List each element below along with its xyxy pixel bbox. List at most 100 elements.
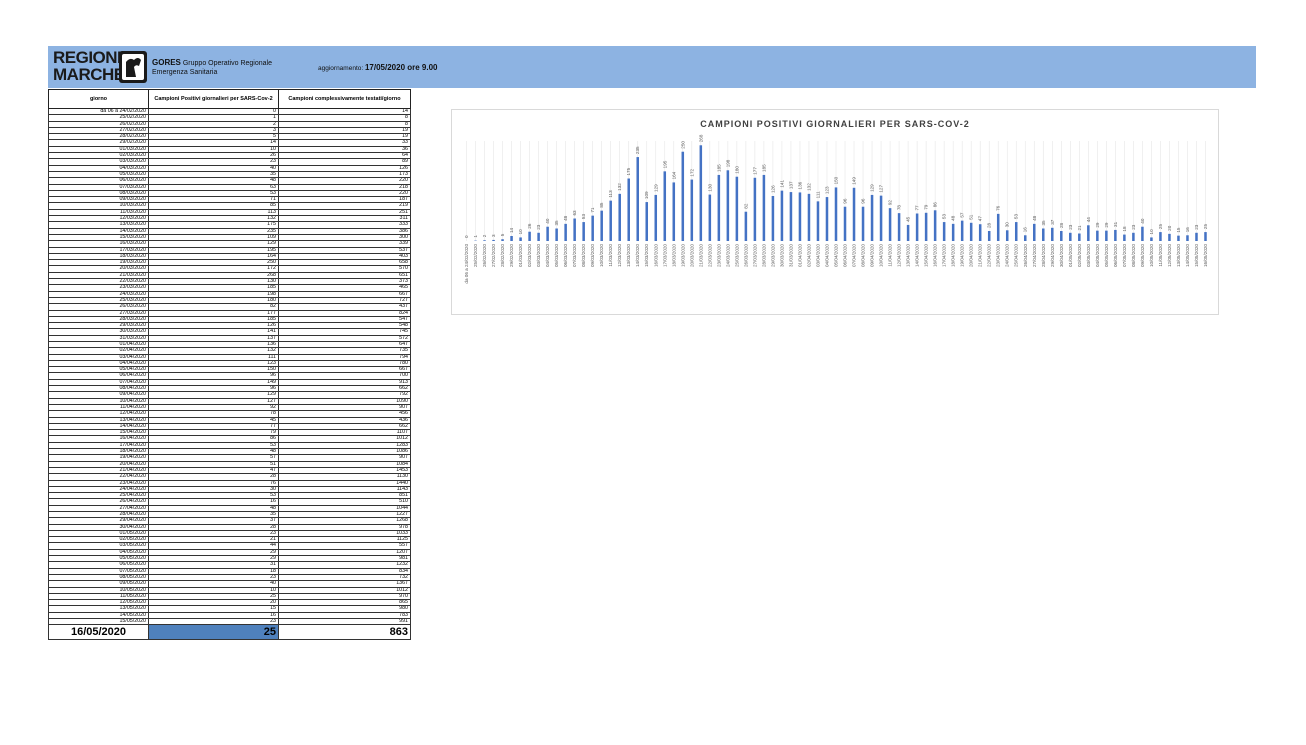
chart-category-label: 11/05/2020 xyxy=(1158,244,1163,267)
chart-category-label: 06/04/2020 xyxy=(843,244,848,267)
chart-data-label: 76 xyxy=(996,205,1001,211)
chart-data-label: 44 xyxy=(1086,217,1091,223)
chart-data-label: 136 xyxy=(797,181,802,189)
chart-data-label: 30 xyxy=(1005,222,1010,228)
chart-category-label: 24/03/2020 xyxy=(725,244,730,267)
chart-bar xyxy=(879,195,883,241)
chart-bar xyxy=(537,232,540,241)
chart-data-label: 53 xyxy=(581,214,586,220)
chart-data-label: 172 xyxy=(689,168,694,176)
chart-bar xyxy=(492,239,495,241)
chart-bar xyxy=(1087,225,1090,241)
chart-bar xyxy=(654,194,658,241)
update-label: aggiornamento: xyxy=(318,65,364,72)
chart-category-label: 05/05/2020 xyxy=(1104,244,1109,267)
chart-data-label: 126 xyxy=(770,185,775,193)
chart-bar xyxy=(717,174,721,241)
chart-data-label: 113 xyxy=(608,190,613,198)
chart-category-label: 17/03/2020 xyxy=(662,244,667,267)
chart-data-label: 235 xyxy=(635,146,640,154)
chart-bar xyxy=(978,224,982,241)
chart-category-label: 10/05/2020 xyxy=(1149,244,1154,267)
region-emblem-icon xyxy=(119,51,147,83)
chart-bar xyxy=(627,178,630,241)
chart-category-label: 11/03/2020 xyxy=(608,244,613,267)
chart-bar xyxy=(618,193,621,241)
chart-bar xyxy=(1060,231,1063,241)
chart-data-label: 79 xyxy=(924,204,929,210)
chart-bar xyxy=(816,201,820,241)
daily-samples-table: giorno Campioni Positivi giornalieri per… xyxy=(48,89,411,641)
chart-data-label: 85 xyxy=(599,202,604,208)
chart-bar xyxy=(726,170,730,241)
chart-bar xyxy=(645,202,649,241)
chart-category-label: 10/03/2020 xyxy=(599,244,604,267)
chart-data-label: 149 xyxy=(852,177,857,185)
chart-bar xyxy=(1078,233,1081,241)
chart-bar xyxy=(690,179,694,241)
chart-category-label: 30/04/2020 xyxy=(1059,244,1064,267)
chart-bar xyxy=(636,157,639,241)
chart-bar xyxy=(1123,234,1126,241)
chart-bar xyxy=(1105,230,1108,241)
chart-data-label: 35 xyxy=(1041,220,1046,226)
chart-category-label: 25/04/2020 xyxy=(1014,244,1019,267)
chart-data-label: 2 xyxy=(482,234,487,237)
chart-category-label: 03/03/2020 xyxy=(536,244,541,267)
chart-data-label: 31 xyxy=(1113,221,1118,227)
chart-category-label: 03/04/2020 xyxy=(815,244,820,267)
chart-data-label: 10 xyxy=(1149,229,1154,235)
header-total-tested: Campioni complessivamente testati/giorno xyxy=(278,89,411,109)
chart-data-label: 53 xyxy=(942,214,947,220)
chart-data-label: 23 xyxy=(1131,224,1136,230)
chart-bar xyxy=(870,194,874,241)
chart-bar xyxy=(825,197,829,241)
chart-data-label: 111 xyxy=(815,191,820,198)
daily-samples-table-container: giorno Campioni Positivi giornalieri per… xyxy=(48,89,411,641)
chart-category-label: 03/05/2020 xyxy=(1086,244,1091,267)
chart-bar xyxy=(483,240,486,241)
chart-category-label: 13/03/2020 xyxy=(626,244,631,267)
chart-data-label: 5 xyxy=(500,233,505,236)
table-body: da 06 a 24/02/2020 0 14 25/02/2020 1 8 26/02/2… xyxy=(48,107,411,641)
chart-data-label: 28 xyxy=(987,222,992,228)
chart-bar xyxy=(681,151,685,241)
chart-category-label: 06/05/2020 xyxy=(1113,244,1118,267)
chart-data-label: 109 xyxy=(644,191,649,199)
chart-data-label: 48 xyxy=(1032,215,1037,221)
chart-bar xyxy=(708,194,712,241)
chart-category-label: 26/03/2020 xyxy=(743,244,748,267)
chart-bar xyxy=(591,215,594,241)
chart-data-label: 78 xyxy=(897,205,902,211)
chart-category-label: 09/04/2020 xyxy=(870,244,875,267)
chart-data-label: 185 xyxy=(761,164,766,172)
chart-category-label: 04/05/2020 xyxy=(1095,244,1100,267)
chart-category-label: 22/03/2020 xyxy=(707,244,712,267)
chart-data-label: 29 xyxy=(1095,222,1100,228)
chart-bar xyxy=(897,213,901,241)
org-line-1: Gruppo Operativo Regionale xyxy=(182,60,272,67)
chart-category-label: 02/03/2020 xyxy=(527,244,532,267)
chart-category-label: 24/04/2020 xyxy=(1005,244,1010,267)
chart-bar xyxy=(951,223,955,241)
chart-bar xyxy=(600,210,603,241)
chart-data-label: 123 xyxy=(824,186,829,194)
chart-category-label: 02/05/2020 xyxy=(1077,244,1082,267)
logo-line-regione: REGIONE xyxy=(53,48,128,67)
chart-bar xyxy=(1023,235,1027,241)
chart-bar xyxy=(1132,232,1135,241)
header-positive-samples: Campioni Positivi giornalieri per SARS-C… xyxy=(148,89,279,109)
chart-bar xyxy=(573,218,576,241)
chart-category-label: 31/03/2020 xyxy=(788,244,793,267)
chart-data-label: 92 xyxy=(888,200,893,206)
chart-category-label: 22/04/2020 xyxy=(987,244,992,267)
chart-data-label: 1 xyxy=(473,235,478,238)
chart-category-label: 13/05/2020 xyxy=(1176,244,1181,267)
chart-data-label: 25 xyxy=(1158,224,1163,230)
chart-data-label: 63 xyxy=(572,210,577,216)
chart-category-label: 21/03/2020 xyxy=(698,244,703,267)
chart-bar xyxy=(933,210,937,241)
chart-bar xyxy=(1159,232,1162,241)
chart-category-label: 16/03/2020 xyxy=(653,244,658,267)
chart-data-label: 25 xyxy=(1203,224,1208,230)
